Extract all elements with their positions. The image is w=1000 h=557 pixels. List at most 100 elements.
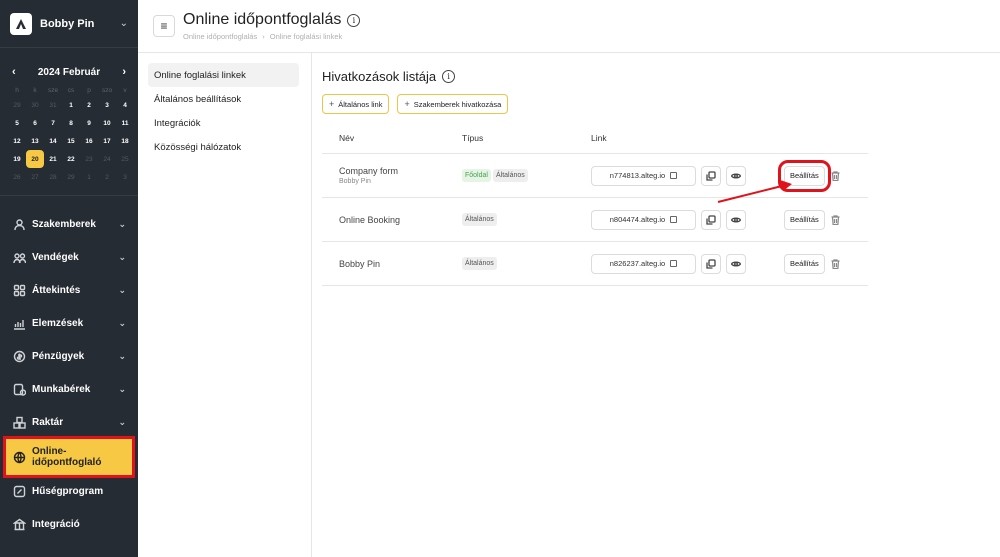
calendar-day[interactable]: 29: [62, 168, 80, 186]
link-url: n826237.alteg.io: [609, 259, 666, 268]
trash-icon[interactable]: [831, 170, 841, 181]
calendar-day[interactable]: 13: [26, 132, 44, 150]
settings-button[interactable]: Beállítás: [784, 209, 825, 230]
menu-toggle-button[interactable]: ≡: [153, 15, 175, 37]
trash-icon[interactable]: [831, 214, 841, 225]
row-subtitle: Bobby Pin: [339, 178, 371, 185]
calendar-day[interactable]: 3: [98, 96, 116, 114]
calendar-day[interactable]: 25: [116, 150, 134, 168]
sidebar-item-label: Online-időpontfoglaló: [32, 445, 102, 469]
next-month-button[interactable]: ›: [122, 66, 126, 78]
calendar-day[interactable]: 1: [80, 168, 98, 186]
breadcrumb-item[interactable]: Online időpontfoglalás: [183, 32, 257, 41]
add-specialist-link-button[interactable]: + Szakemberek hivatkozása: [397, 94, 509, 114]
preview-button[interactable]: [726, 165, 746, 186]
sidebar-item-label: Munkabérek: [32, 384, 91, 395]
chevron-down-icon: ⌄: [118, 318, 126, 328]
external-link-icon[interactable]: [670, 260, 678, 267]
breadcrumb: Online időpontfoglalás › Online foglalási …: [183, 32, 360, 41]
calendar-day[interactable]: 7: [44, 114, 62, 132]
add-general-link-button[interactable]: + Általános link: [322, 94, 390, 114]
breadcrumb-item: Online foglalási linkek: [269, 32, 343, 41]
sidebar-item-9[interactable]: Hűségprogram: [0, 475, 138, 508]
mini-calendar: ‹ 2024 Február › h k sze cs p szo v 29 30 31 1 2 3 4 5…: [0, 48, 138, 196]
calendar-day[interactable]: 10: [98, 114, 116, 132]
subnav-item[interactable]: Online foglalási linkek: [148, 63, 299, 87]
main-content: Hivatkozások listája i + Általános link +…: [322, 53, 882, 286]
prev-month-button[interactable]: ‹: [12, 66, 16, 78]
column-header-name: Név: [339, 132, 355, 143]
sidebar-menu: Szakemberek ⌄ Vendégek ⌄ Áttekintés ⌄ Elemzése…: [0, 196, 138, 541]
plus-icon: +: [329, 99, 335, 109]
sidebar-item-1[interactable]: Szakemberek ⌄: [0, 208, 138, 241]
calendar-day[interactable]: 12: [8, 132, 26, 150]
calendar-day[interactable]: 4: [116, 96, 134, 114]
calendar-day[interactable]: 27: [26, 168, 44, 186]
link-field[interactable]: n804474.alteg.io: [591, 209, 696, 230]
link-field[interactable]: n826237.alteg.io: [591, 253, 696, 274]
sidebar-item-5[interactable]: Pénzügyek ⌄: [0, 340, 138, 373]
external-link-icon[interactable]: [670, 172, 678, 179]
settings-button[interactable]: Beállítás: [778, 159, 831, 192]
subnav-item[interactable]: Integrációk: [148, 111, 299, 135]
calendar-day[interactable]: 9: [80, 114, 98, 132]
subnav-item[interactable]: Közösségi hálózatok: [148, 135, 299, 159]
settings-button[interactable]: Beállítás: [784, 253, 825, 274]
copy-button[interactable]: [701, 209, 721, 230]
row-name: Bobby Pin: [339, 258, 381, 269]
calendar-day-today[interactable]: 20: [26, 150, 44, 168]
calendar-day[interactable]: 6: [26, 114, 44, 132]
info-icon[interactable]: i: [442, 70, 456, 83]
section-title: Hivatkozások listája: [322, 69, 437, 84]
subnav-item[interactable]: Általános beállítások: [148, 87, 299, 111]
type-tag: Általános: [462, 257, 497, 270]
loyalty-icon: [12, 485, 26, 499]
calendar-day[interactable]: 3: [116, 168, 134, 186]
calendar-day[interactable]: 18: [116, 132, 134, 150]
sidebar: Bobby Pin ⌄ ‹ 2024 Február › h k sze cs p szo…: [0, 0, 138, 557]
table-row: Company form Bobby Pin Főoldal Általános n77…: [322, 154, 868, 198]
preview-button[interactable]: [726, 209, 746, 230]
sidebar-item-7[interactable]: Raktár ⌄: [0, 406, 138, 439]
calendar-day[interactable]: 8: [62, 114, 80, 132]
calendar-day[interactable]: 5: [8, 114, 26, 132]
calendar-day[interactable]: 17: [98, 132, 116, 150]
sidebar-item-2[interactable]: Vendégek ⌄: [0, 241, 138, 274]
weekday-label: h: [15, 86, 19, 94]
sidebar-item-6[interactable]: Munkabérek ⌄: [0, 373, 138, 406]
integration-icon: [12, 518, 26, 532]
calendar-day[interactable]: 29: [8, 96, 26, 114]
sidebar-item-3[interactable]: Áttekintés ⌄: [0, 274, 138, 307]
calendar-day[interactable]: 11: [116, 114, 134, 132]
calendar-day[interactable]: 23: [80, 150, 98, 168]
calendar-day[interactable]: 2: [80, 96, 98, 114]
preview-button[interactable]: [726, 253, 746, 274]
page-title: Online időpontfoglalás: [183, 11, 342, 28]
calendar-day[interactable]: 14: [44, 132, 62, 150]
sidebar-item-8[interactable]: Online-időpontfoglaló: [3, 436, 135, 478]
account-switcher[interactable]: Bobby Pin ⌄: [0, 0, 138, 48]
calendar-day[interactable]: 28: [44, 168, 62, 186]
info-icon[interactable]: i: [347, 13, 361, 27]
copy-button[interactable]: [701, 253, 721, 274]
calendar-day[interactable]: 24: [98, 150, 116, 168]
calendar-day[interactable]: 26: [8, 168, 26, 186]
calendar-day[interactable]: 22: [62, 150, 80, 168]
calendar-day[interactable]: 21: [44, 150, 62, 168]
calendar-day[interactable]: 19: [8, 150, 26, 168]
copy-button[interactable]: [701, 165, 721, 186]
calendar-day[interactable]: 30: [26, 96, 44, 114]
link-field[interactable]: n774813.alteg.io: [591, 165, 696, 186]
calendar-day[interactable]: 2: [98, 168, 116, 186]
copy-icon: [706, 258, 716, 269]
chart-icon: [12, 317, 26, 331]
trash-icon[interactable]: [831, 258, 841, 269]
calendar-day[interactable]: 1: [62, 96, 80, 114]
calendar-day[interactable]: 31: [44, 96, 62, 114]
sidebar-item-10[interactable]: Integráció: [0, 508, 138, 541]
sidebar-item-label: Vendégek: [32, 252, 79, 263]
external-link-icon[interactable]: [670, 216, 678, 223]
sidebar-item-4[interactable]: Elemzések ⌄: [0, 307, 138, 340]
calendar-day[interactable]: 15: [62, 132, 80, 150]
calendar-day[interactable]: 16: [80, 132, 98, 150]
